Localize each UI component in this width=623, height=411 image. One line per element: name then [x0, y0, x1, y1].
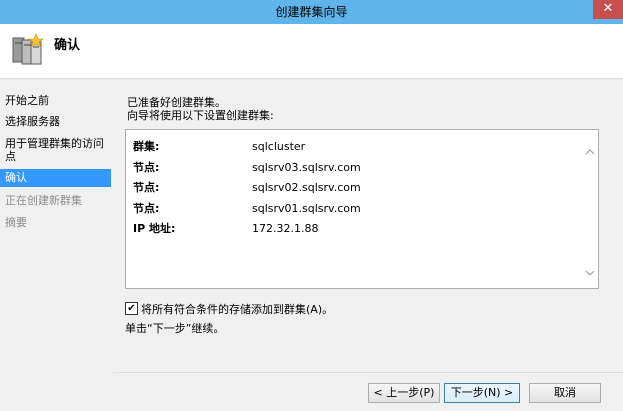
scroll-up-icon[interactable] — [585, 147, 595, 157]
step-confirmation[interactable]: 确认 — [0, 169, 111, 187]
step-summary: 摘要 — [5, 216, 27, 229]
cancel-button[interactable]: 取消 — [529, 383, 601, 403]
wizard-window: 创建群集向导 ✕ 确认 开始之前 选择服务器 用于管理群集的访问点 确认 正在创… — [0, 0, 623, 411]
setting-label: 节点: — [133, 181, 160, 194]
window-title: 创建群集向导 — [275, 5, 348, 19]
step-select-servers[interactable]: 选择服务器 — [5, 115, 109, 128]
add-storage-checkbox[interactable]: ✔ — [125, 302, 138, 315]
continue-hint: 单击“下一步”继续。 — [125, 322, 225, 335]
footer-divider — [113, 372, 623, 373]
step-before-you-begin[interactable]: 开始之前 — [5, 94, 109, 107]
step-access-point[interactable]: 用于管理群集的访问点 — [5, 137, 109, 163]
wizard-steps-nav: 开始之前 选择服务器 用于管理群集的访问点 确认 正在创建新群集 摘要 — [0, 88, 111, 411]
setting-value: sqlsrv01.sqlsrv.com — [252, 202, 361, 215]
setting-label: 节点: — [133, 202, 160, 215]
setting-label: 节点: — [133, 161, 160, 174]
main-panel: 已准备好创建群集。 向导将使用以下设置创建群集: 群集: sqlcluster … — [113, 88, 623, 411]
title-bar[interactable]: 创建群集向导 ✕ — [0, 0, 623, 24]
setting-value: sqlcluster — [252, 140, 306, 153]
intro-line-settings: 向导将使用以下设置创建群集: — [127, 109, 274, 122]
setting-value: 172.32.1.88 — [252, 222, 319, 235]
setting-label: IP 地址: — [133, 222, 176, 235]
wizard-header: 确认 — [0, 24, 623, 79]
cluster-servers-icon — [10, 32, 46, 68]
close-button[interactable]: ✕ — [593, 0, 623, 19]
add-storage-label[interactable]: 将所有符合条件的存储添加到群集(A)。 — [141, 301, 333, 317]
step-creating-cluster: 正在创建新群集 — [5, 194, 82, 207]
setting-value: sqlsrv02.sqlsrv.com — [252, 181, 361, 194]
back-button[interactable]: < 上一步(P) — [368, 383, 440, 403]
intro-line-ready: 已准备好创建群集。 — [127, 96, 226, 109]
page-title: 确认 — [54, 38, 81, 53]
next-button[interactable]: 下一步(N) > — [444, 383, 520, 403]
scroll-down-icon[interactable] — [585, 268, 595, 278]
setting-label: 群集: — [133, 140, 160, 153]
setting-value: sqlsrv03.sqlsrv.com — [252, 161, 361, 174]
intro-text: 已准备好创建群集。 向导将使用以下设置创建群集: — [127, 96, 274, 122]
settings-list[interactable]: 群集: sqlcluster 节点: sqlsrv03.sqlsrv.com 节… — [125, 129, 599, 289]
